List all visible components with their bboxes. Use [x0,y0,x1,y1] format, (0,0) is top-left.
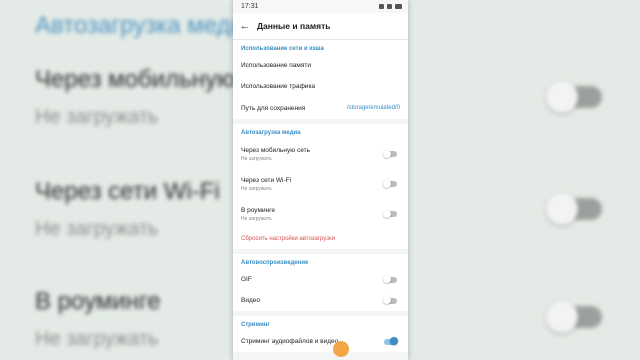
streaming-toggle[interactable] [384,337,398,345]
page-title: Данные и память [257,21,331,31]
row-sub: Не загружать [241,155,272,162]
autodownload-roaming-row[interactable]: В роуминге Не загружать [233,199,408,229]
streaming-section: Стриминг Стриминг аудиофайлов и видео [233,316,408,352]
bg-row-label: В роуминге [35,288,161,315]
section-header: Автовоспроизведение [241,260,309,266]
streaming-row[interactable]: Стриминг аудиофайлов и видео [233,331,408,352]
bg-section-title: Автозагрузка медиа [35,12,258,39]
phone-screen: 17:31 ← Данные и память Использование се… [233,0,408,360]
row-label: Через сети Wi-Fi [241,176,292,184]
status-icons [379,4,402,9]
row-sub: Не загружать [241,215,272,222]
bg-row-label: Через сети Wi-Fi [35,178,220,205]
autodownload-mobile-toggle[interactable] [383,149,397,158]
section-header: Автозагрузка медиа [241,130,301,136]
bg-row-sub: Не загружать [35,218,159,240]
app-bar: ← Данные и память [233,13,408,40]
reset-autodownload-button[interactable]: Сбросить настройки автозагрузки [233,229,408,249]
section-header: Использование сети и кэша [241,46,324,52]
autoplay-gif-row[interactable]: GIF [233,269,408,290]
back-arrow-icon[interactable]: ← [233,20,257,32]
row-label: Использование трафика [241,83,316,90]
row-label: Стриминг аудиофайлов и видео [241,338,339,345]
row-label: Видео [241,297,260,304]
autoplay-section: Автовоспроизведение GIF Видео [233,254,408,311]
row-label: GIF [241,276,252,283]
status-time: 17:31 [241,3,259,10]
signal-icon [387,4,392,9]
row-label: В роуминге [241,206,276,214]
bg-row-label: Через мобильную [35,66,235,93]
bg-toggle [546,301,602,333]
autodownload-roaming-toggle[interactable] [383,209,397,218]
status-bar: 17:31 [233,0,408,13]
bg-row-sub: Не загружать [35,106,159,128]
network-section: Использование сети и кэша Использование … [233,40,408,119]
bg-row-sub: Не загружать [35,328,159,350]
autodownload-section: Автозагрузка медиа Через мобильную сеть … [233,124,408,249]
save-path-row[interactable]: Путь для сохранения /storage/emulated/0 [233,97,408,119]
touch-indicator [333,341,349,357]
storage-usage-row[interactable]: Использование памяти [233,55,408,76]
autodownload-mobile-row[interactable]: Через мобильную сеть Не загружать [233,139,408,169]
autodownload-wifi-toggle[interactable] [383,179,397,188]
autoplay-video-toggle[interactable] [383,296,397,304]
row-label: Использование памяти [241,62,311,69]
section-header: Стриминг [241,322,270,328]
bg-toggle [546,193,602,225]
row-label: Через мобильную сеть [241,146,310,154]
row-sub: Не загружать [241,185,272,192]
wifi-icon [379,4,384,9]
autodownload-wifi-row[interactable]: Через сети Wi-Fi Не загружать [233,169,408,199]
bg-toggle [546,81,602,113]
autoplay-video-row[interactable]: Видео [233,290,408,311]
data-usage-row[interactable]: Использование трафика [233,76,408,97]
battery-icon [395,4,402,9]
save-path-value: /storage/emulated/0 [346,105,400,111]
autoplay-gif-toggle[interactable] [383,275,397,283]
